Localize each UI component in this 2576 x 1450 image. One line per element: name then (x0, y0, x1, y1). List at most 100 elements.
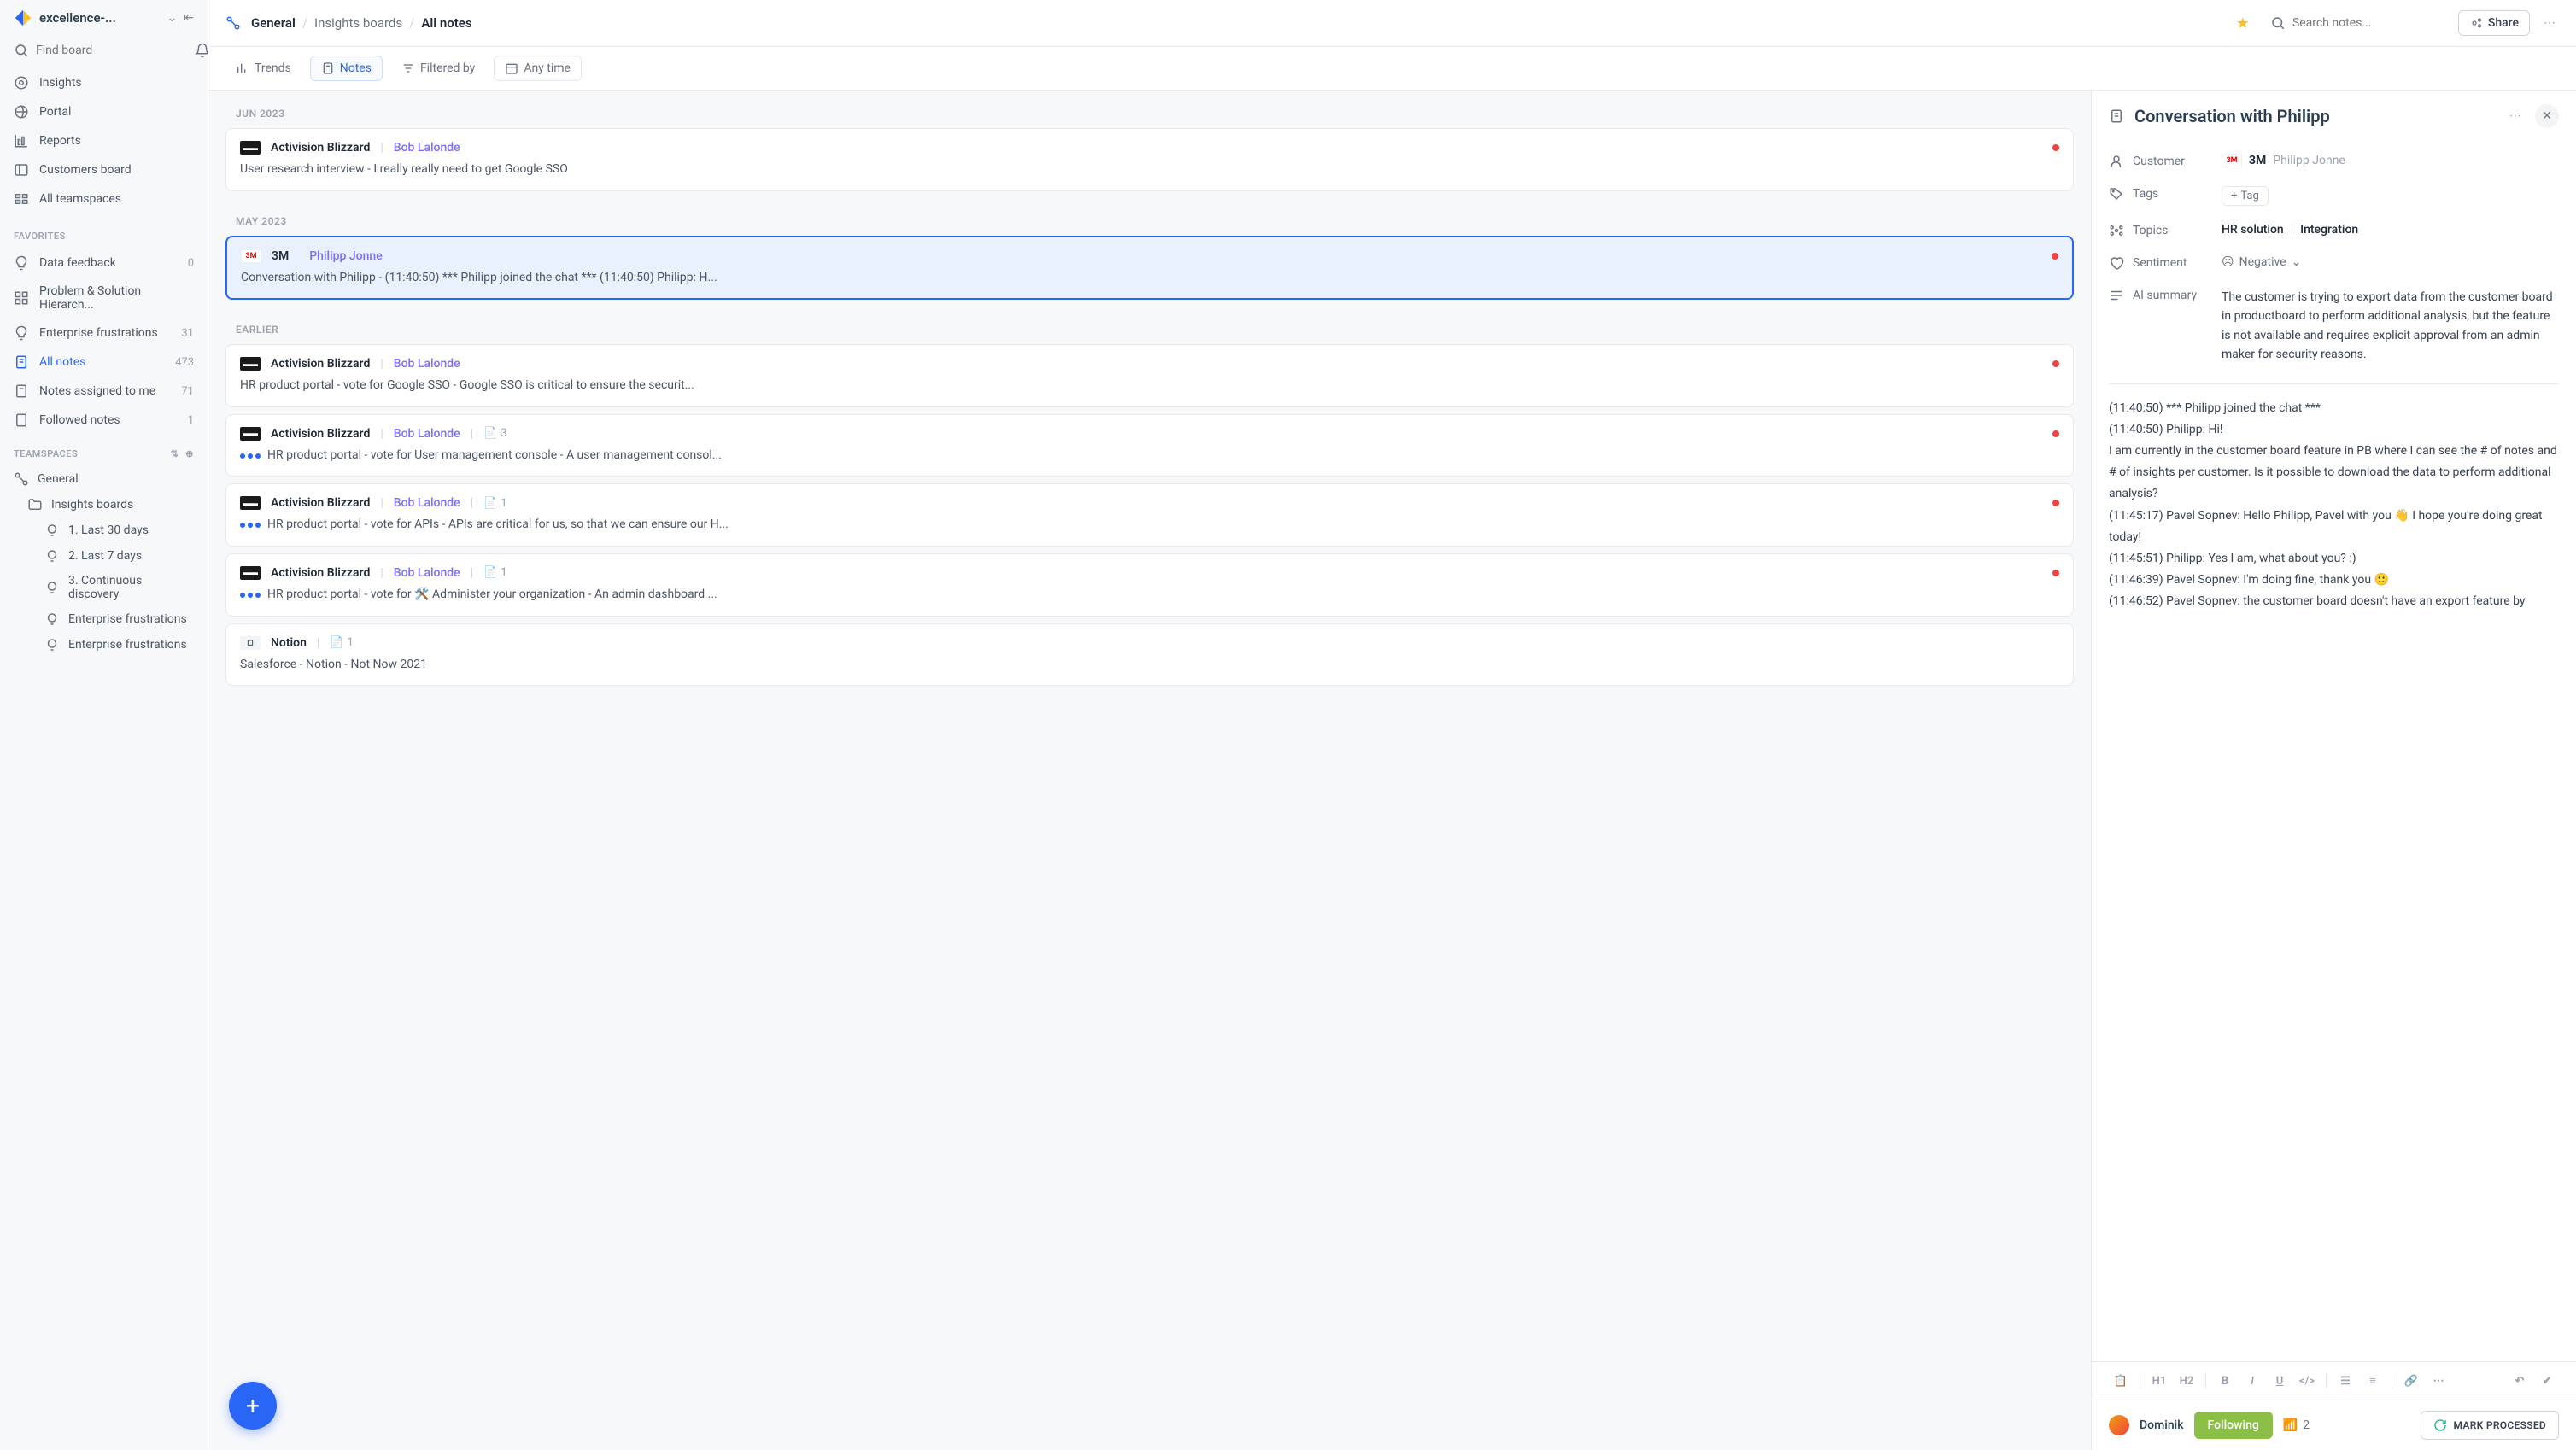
tree-ent-frust-1[interactable]: Enterprise frustrations (0, 606, 208, 632)
author-name: Bob Lalonde (394, 427, 460, 441)
paste-icon[interactable]: 📋 (2109, 1369, 2133, 1393)
folder-icon (27, 497, 43, 512)
app-logo (14, 9, 32, 27)
bulb-icon (44, 611, 60, 627)
undo-button[interactable]: ↶ (2508, 1369, 2532, 1393)
group-may: MAY 2023 (225, 198, 2074, 236)
link-button[interactable]: 🔗 (2399, 1369, 2423, 1393)
fav-data-feedback[interactable]: Data feedback0 (0, 248, 208, 278)
check-button[interactable]: ✔ (2535, 1369, 2559, 1393)
unread-dot (2052, 360, 2059, 367)
nav-insights[interactable]: Insights (0, 68, 208, 97)
company-logo: 3M (241, 249, 261, 263)
comment-count: 📄 1 (483, 566, 507, 579)
share-button[interactable]: Share (2458, 10, 2530, 36)
author-name: Bob Lalonde (394, 357, 460, 371)
company-logo: ▬▬ (240, 566, 261, 580)
author-name: Philipp Jonne (309, 249, 382, 263)
group-earlier: EARLIER (225, 307, 2074, 344)
owner-name: Dominik (2140, 1418, 2184, 1432)
tree-ent-frust-2[interactable]: Enterprise frustrations (0, 632, 208, 658)
fav-enterprise-frustrations[interactable]: Enterprise frustrations31 (0, 319, 208, 348)
add-note-fab[interactable]: + (229, 1382, 277, 1430)
note-preview: Conversation with Philipp - (11:40:50) *… (241, 270, 2058, 287)
topic[interactable]: HR solution (2222, 223, 2284, 237)
bulb-icon (44, 580, 60, 595)
collapse-sidebar-icon[interactable]: ⇤ (184, 11, 194, 25)
mark-processed-button[interactable]: MARK PROCESSED (2421, 1411, 2559, 1440)
note-card[interactable]: ▬▬ Activision Blizzard | Bob Lalonde | 📄… (225, 483, 2074, 547)
bulb-icon (44, 523, 60, 538)
filter-button[interactable]: Filtered by (391, 56, 485, 80)
nav-reports[interactable]: Reports (0, 126, 208, 155)
star-icon[interactable]: ★ (2236, 15, 2250, 32)
nav-teamspaces[interactable]: All teamspaces (0, 184, 208, 213)
workspace-name[interactable]: excellence-... (39, 10, 161, 26)
tab-notes[interactable]: Notes (310, 56, 383, 81)
note-card[interactable]: ▬▬ Activision Blizzard | Bob Lalonde | 📄… (225, 553, 2074, 617)
search-notes[interactable] (2260, 10, 2448, 36)
search-icon (14, 43, 29, 58)
detail-more-icon[interactable]: ⋯ (2506, 106, 2525, 126)
notes-icon (14, 354, 29, 370)
crumb-all-notes[interactable]: All notes (421, 15, 471, 31)
note-body-content[interactable]: (11:40:50) *** Philipp joined the chat *… (2092, 398, 2576, 1361)
group-jun: JUN 2023 (225, 91, 2074, 128)
portal-icon (14, 104, 29, 120)
bullet-list-button[interactable]: ☰ (2333, 1369, 2357, 1393)
tree-insights-boards[interactable]: Insights boards (0, 492, 208, 517)
note-preview: HR product portal - vote for 🛠️ Administ… (240, 587, 2059, 604)
topics-label: Topics (2133, 224, 2168, 237)
notes-list: JUN 2023 ▬▬ Activision Blizzard | Bob La… (208, 91, 2091, 1450)
following-button[interactable]: Following (2194, 1412, 2273, 1439)
nav-customers[interactable]: Customers board (0, 155, 208, 184)
crumb-insights[interactable]: Insights boards (314, 15, 402, 31)
frown-icon: ☹ (2222, 255, 2234, 269)
underline-button[interactable]: U (2268, 1369, 2292, 1393)
filter-icon (401, 61, 415, 75)
unread-dot (2052, 570, 2059, 576)
note-card[interactable]: ◻ Notion | 📄 1 Salesforce - Notion - Not… (225, 623, 2074, 687)
more-icon[interactable]: ⋯ (2540, 13, 2559, 33)
add-tag-button[interactable]: + Tag (2222, 186, 2269, 206)
search-notes-input[interactable] (2292, 16, 2444, 30)
find-board-input[interactable] (36, 44, 188, 57)
avatar[interactable] (2109, 1415, 2129, 1435)
sentiment-value[interactable]: ☹Negative ⌄ (2222, 255, 2301, 269)
bulb-icon (44, 637, 60, 652)
tree-last-30[interactable]: 1. Last 30 days (0, 517, 208, 543)
add-teamspace-icon[interactable]: ⊕ (185, 448, 194, 459)
italic-button[interactable]: I (2240, 1369, 2264, 1393)
ordered-list-button[interactable]: ≡ (2361, 1369, 2385, 1393)
note-card[interactable]: ▬▬ Activision Blizzard | Bob Lalonde HR … (225, 344, 2074, 407)
bold-button[interactable]: B (2213, 1369, 2237, 1393)
h2-button[interactable]: H2 (2175, 1369, 2198, 1393)
bell-icon[interactable] (195, 43, 208, 58)
h1-button[interactable]: H1 (2147, 1369, 2171, 1393)
sidebar: excellence-... ⌄ ⇤ Insights Portal Repor… (0, 0, 208, 1450)
note-preview: HR product portal - vote for User manage… (240, 447, 2059, 465)
chevron-down-icon[interactable]: ⌄ (167, 11, 178, 25)
topic[interactable]: Integration (2300, 223, 2358, 237)
tree-general[interactable]: General (0, 466, 208, 492)
company-name: Activision Blizzard (271, 357, 370, 371)
fav-problem-solution[interactable]: Problem & Solution Hierarch... (0, 278, 208, 319)
tree-last-7[interactable]: 2. Last 7 days (0, 543, 208, 569)
fav-all-notes[interactable]: All notes473 (0, 348, 208, 377)
notes-icon (14, 412, 29, 428)
fav-followed-notes[interactable]: Followed notes1 (0, 406, 208, 435)
sort-icon[interactable]: ⇅ (171, 448, 179, 459)
unread-dot (2052, 500, 2059, 506)
tree-continuous[interactable]: 3. Continuous discovery (0, 569, 208, 606)
close-icon[interactable]: ✕ (2535, 104, 2559, 128)
code-button[interactable]: </> (2295, 1369, 2319, 1393)
note-card[interactable]: ▬▬ Activision Blizzard | Bob Lalonde Use… (225, 128, 2074, 191)
more-format-button[interactable]: ⋯ (2427, 1369, 2450, 1393)
nav-portal[interactable]: Portal (0, 97, 208, 126)
fav-notes-assigned[interactable]: Notes assigned to me71 (0, 377, 208, 406)
date-filter-button[interactable]: Any time (494, 56, 582, 81)
tab-trends[interactable]: Trends (225, 56, 302, 80)
note-card[interactable]: ▬▬ Activision Blizzard | Bob Lalonde | 📄… (225, 414, 2074, 477)
crumb-general[interactable]: General (251, 15, 296, 31)
note-card-selected[interactable]: 3M 3M Philipp Jonne Conversation with Ph… (225, 236, 2074, 301)
